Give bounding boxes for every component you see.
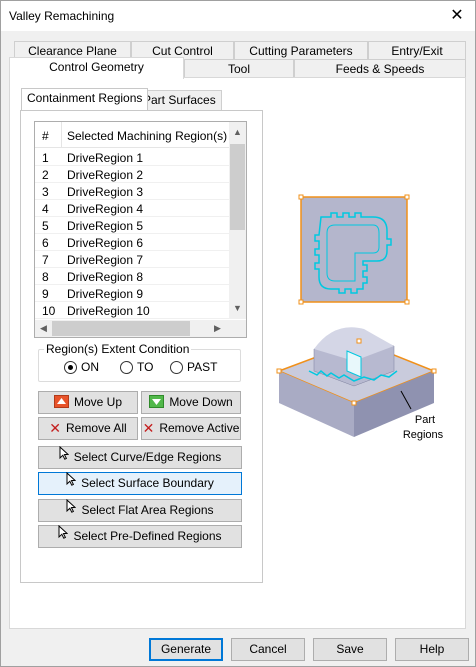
- remove-all-icon: ✕: [49, 419, 62, 436]
- row-name: DriveRegion 2: [67, 168, 144, 182]
- tab-entry-exit[interactable]: Entry/Exit: [368, 41, 466, 60]
- row-number: 6: [42, 236, 49, 250]
- list-item[interactable]: 4 DriveRegion 4: [35, 200, 229, 217]
- select-flat-area-button[interactable]: Select Flat Area Regions: [38, 499, 242, 522]
- horizontal-scroll-thumb[interactable]: [52, 321, 190, 336]
- row-number: 10: [42, 304, 56, 318]
- remove-all-label: Remove All: [66, 421, 127, 435]
- illustration-graphic: [276, 194, 437, 437]
- list-item[interactable]: 1 DriveRegion 1: [35, 149, 229, 166]
- radio-on-label: ON: [81, 360, 99, 374]
- radio-past-label: PAST: [187, 360, 218, 374]
- title-bar: Valley Remachining ✕: [1, 1, 475, 31]
- cancel-button[interactable]: Cancel: [231, 638, 305, 661]
- subtab-part-surfaces[interactable]: Part Surfaces: [137, 90, 222, 110]
- row-name: DriveRegion 8: [67, 270, 144, 284]
- row-number: 8: [42, 270, 49, 284]
- list-item[interactable]: 7 DriveRegion 7: [35, 251, 229, 268]
- header-number[interactable]: #: [42, 129, 49, 143]
- generate-button[interactable]: Generate: [149, 638, 223, 661]
- cursor-arrow-icon: [58, 525, 69, 546]
- remove-all-button[interactable]: ✕ Remove All: [38, 417, 138, 440]
- row-number: 4: [42, 202, 49, 216]
- cursor-arrow-icon: [66, 499, 77, 520]
- horizontal-scrollbar[interactable]: ◀ ▶: [35, 320, 229, 337]
- scroll-right-icon[interactable]: ▶: [209, 320, 226, 337]
- tab-control-geometry[interactable]: Control Geometry: [9, 57, 184, 79]
- move-up-icon: [53, 395, 69, 409]
- cursor-arrow-icon: [59, 446, 69, 467]
- subtab-containment-regions[interactable]: Containment Regions: [21, 88, 149, 110]
- close-icon[interactable]: ✕: [447, 7, 467, 25]
- remove-active-button[interactable]: ✕ Remove Active: [141, 417, 241, 440]
- row-number: 1: [42, 151, 49, 165]
- move-up-label: Move Up: [73, 395, 123, 409]
- move-up-button[interactable]: Move Up: [38, 391, 138, 414]
- row-name: DriveRegion 10: [67, 304, 150, 318]
- row-name: DriveRegion 6: [67, 236, 144, 250]
- select-predefined-button[interactable]: Select Pre-Defined Regions: [38, 525, 242, 548]
- list-item[interactable]: 9 DriveRegion 9: [35, 285, 229, 302]
- list-item[interactable]: 6 DriveRegion 6: [35, 234, 229, 251]
- remove-active-label: Remove Active: [159, 421, 240, 435]
- row-number: 7: [42, 253, 49, 267]
- radio-on-circle: [64, 361, 77, 374]
- tab-feeds-speeds[interactable]: Feeds & Speeds: [294, 59, 466, 78]
- row-number: 9: [42, 287, 49, 301]
- list-item[interactable]: 8 DriveRegion 8: [35, 268, 229, 285]
- row-name: DriveRegion 9: [67, 287, 144, 301]
- list-item[interactable]: 5 DriveRegion 5: [35, 217, 229, 234]
- regions-listbox[interactable]: # Selected Machining Region(s) 1 DriveReg…: [34, 121, 247, 338]
- select-flat-area-label: Select Flat Area Regions: [81, 503, 214, 517]
- part-regions-illustration: Part Regions: [269, 181, 454, 451]
- list-item[interactable]: 10 DriveRegion 10: [35, 302, 229, 319]
- row-name: DriveRegion 3: [67, 185, 144, 199]
- scroll-left-icon[interactable]: ◀: [35, 320, 52, 337]
- scroll-down-icon[interactable]: ▼: [229, 300, 246, 317]
- list-header: # Selected Machining Region(s): [35, 122, 229, 148]
- remove-active-icon: ✕: [142, 419, 155, 436]
- radio-to-label: TO: [137, 360, 154, 374]
- row-name: DriveRegion 7: [67, 253, 144, 267]
- part-label: Part: [414, 414, 436, 426]
- radio-selected-dot: [68, 365, 73, 370]
- extent-condition-label: Region(s) Extent Condition: [44, 342, 192, 356]
- tab-cutting-parameters[interactable]: Cutting Parameters: [234, 41, 368, 60]
- select-curve-edge-button[interactable]: Select Curve/Edge Regions: [38, 446, 242, 469]
- window-title: Valley Remachining: [9, 9, 115, 23]
- dialog-window: Valley Remachining ✕ Clearance Plane Cut…: [0, 0, 476, 667]
- row-name: DriveRegion 5: [67, 219, 144, 233]
- select-curve-edge-label: Select Curve/Edge Regions: [73, 450, 222, 464]
- select-surface-boundary-label: Select Surface Boundary: [81, 476, 214, 490]
- select-surface-boundary-button[interactable]: Select Surface Boundary: [38, 472, 242, 495]
- row-name: DriveRegion 1: [67, 151, 144, 165]
- tab-tool[interactable]: Tool: [184, 59, 294, 78]
- radio-to-circle: [120, 361, 133, 374]
- move-down-label: Move Down: [169, 395, 233, 409]
- vertical-scroll-thumb[interactable]: [230, 144, 245, 230]
- select-predefined-label: Select Pre-Defined Regions: [73, 529, 222, 543]
- list-item[interactable]: 2 DriveRegion 2: [35, 166, 229, 183]
- help-button[interactable]: Help: [395, 638, 469, 661]
- row-name: DriveRegion 4: [67, 202, 144, 216]
- regions-label: Regions: [402, 429, 444, 441]
- save-button[interactable]: Save: [313, 638, 387, 661]
- row-number: 5: [42, 219, 49, 233]
- cursor-arrow-icon: [66, 472, 77, 493]
- scroll-corner: [229, 320, 246, 337]
- radio-past-circle: [170, 361, 183, 374]
- vertical-scrollbar[interactable]: ▲ ▼: [229, 122, 246, 319]
- row-number: 2: [42, 168, 49, 182]
- move-down-icon: [149, 395, 165, 409]
- list-item[interactable]: 3 DriveRegion 3: [35, 183, 229, 200]
- header-region-name[interactable]: Selected Machining Region(s): [67, 129, 227, 143]
- row-number: 3: [42, 185, 49, 199]
- header-separator: [61, 122, 62, 148]
- move-down-button[interactable]: Move Down: [141, 391, 241, 414]
- scroll-up-icon[interactable]: ▲: [229, 124, 246, 141]
- extent-condition-group: Region(s) Extent Condition ON TO PAST: [38, 342, 241, 382]
